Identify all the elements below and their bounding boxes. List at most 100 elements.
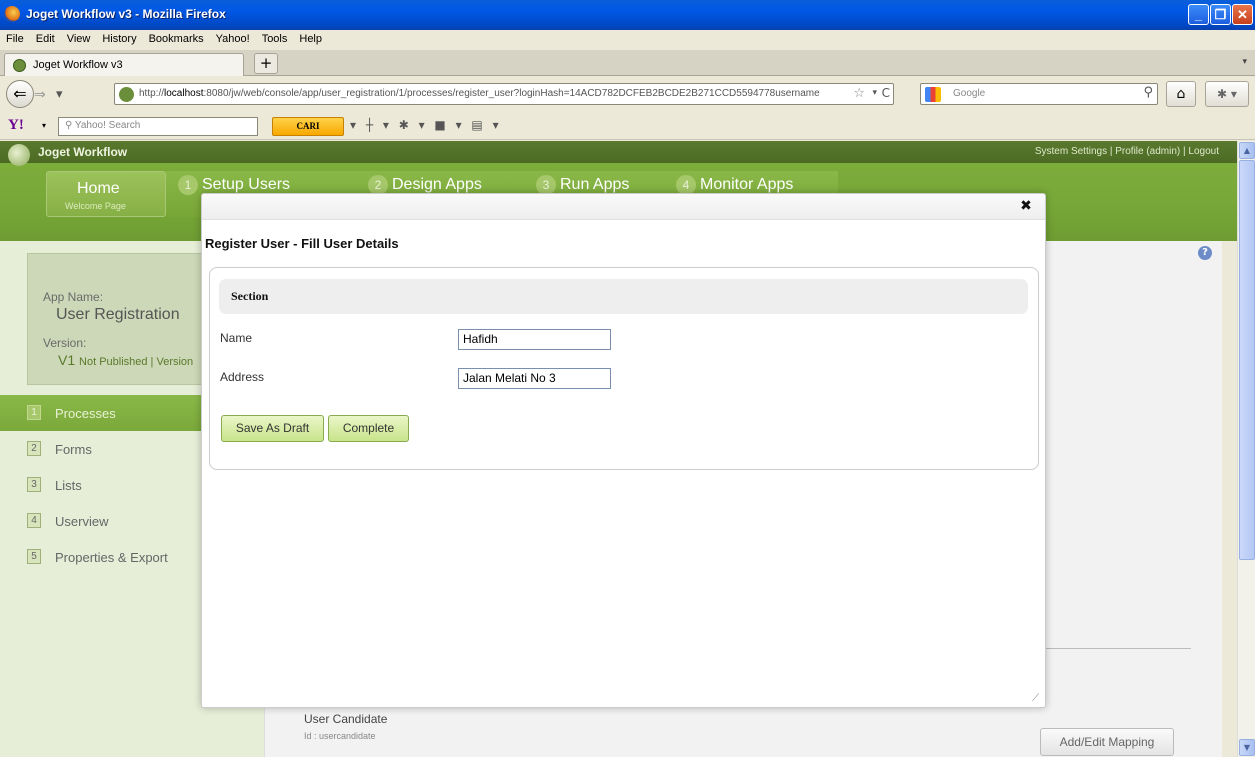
version-label: Version: xyxy=(43,336,87,350)
participant-name: User Candidate xyxy=(304,712,388,726)
navigation-bar: ⇐ ⇒ ▾ http://localhost:8080/jw/web/conso… xyxy=(0,77,1255,112)
tab-run-apps[interactable]: 3 Run Apps xyxy=(536,175,629,195)
tab-number: 2 xyxy=(368,175,388,195)
dialog-title-bar[interactable]: ✖ xyxy=(202,194,1045,220)
menu-label: Userview xyxy=(55,514,109,529)
tab-number: 3 xyxy=(536,175,556,195)
top-links[interactable]: System Settings | Profile (admin) | Logo… xyxy=(1035,146,1219,157)
url-host: localhost xyxy=(164,88,204,99)
version-status[interactable]: Not Published | Version xyxy=(79,356,193,368)
participant-id: Id : usercandidate xyxy=(304,731,376,741)
resize-handle-icon[interactable]: ⟋ xyxy=(1032,694,1042,704)
new-tab-button[interactable]: + xyxy=(254,53,278,74)
menu-history[interactable]: History xyxy=(96,30,142,45)
menu-file[interactable]: File xyxy=(0,30,30,45)
form-container: Section Name Hafidh Address Jalan Melati… xyxy=(209,267,1039,470)
joget-logo-icon[interactable] xyxy=(8,144,30,166)
dialog-heading: Register User - Fill User Details xyxy=(205,236,399,251)
minimize-button[interactable]: _ xyxy=(1188,4,1209,25)
menu-edit[interactable]: Edit xyxy=(30,30,61,45)
menu-view[interactable]: View xyxy=(61,30,97,45)
scroll-thumb[interactable] xyxy=(1239,160,1255,560)
cari-button[interactable]: CARI xyxy=(272,117,344,136)
menu-label: Processes xyxy=(55,406,116,421)
menu-bookmarks[interactable]: Bookmarks xyxy=(143,30,210,45)
tab-strip: Joget Workflow v3 + ▾ xyxy=(0,50,1255,76)
window-title: Joget Workflow v3 - Mozilla Firefox xyxy=(26,7,226,21)
yahoo-dropdown-icon[interactable]: ▾ xyxy=(42,121,46,130)
section-header: Section xyxy=(219,279,1028,314)
complete-button[interactable]: Complete xyxy=(328,415,409,442)
firefox-icon xyxy=(4,6,20,22)
maximize-button[interactable]: ❐ xyxy=(1210,4,1231,25)
menu-number: 5 xyxy=(27,549,41,564)
back-button[interactable]: ⇐ xyxy=(6,80,34,108)
app-name-label: App Name: xyxy=(43,290,104,304)
save-as-draft-button[interactable]: Save As Draft xyxy=(221,415,324,442)
address-input[interactable]: Jalan Melati No 3 xyxy=(458,368,611,389)
addon-icon[interactable]: ✱ ▾ xyxy=(1205,81,1249,107)
home-icon[interactable]: ⌂ xyxy=(1166,81,1196,107)
tab-setup-users[interactable]: 1 Setup Users xyxy=(178,175,290,195)
scroll-up-icon[interactable]: ▲ xyxy=(1239,142,1255,159)
menu-label: Lists xyxy=(55,478,82,493)
page-scrollbar[interactable]: ▲ ▼ xyxy=(1237,141,1255,757)
menu-number: 3 xyxy=(27,477,41,492)
menu-number: 1 xyxy=(27,405,41,420)
browser-tab-label: Joget Workflow v3 xyxy=(33,59,123,71)
menu-help[interactable]: Help xyxy=(293,30,328,45)
joget-favicon-icon xyxy=(13,59,26,72)
app-name-value: User Registration xyxy=(56,306,180,323)
forward-button[interactable]: ⇒ xyxy=(34,85,54,105)
url-path: :8080/jw/web/console/app/user_registrati… xyxy=(203,88,820,99)
tab-number: 1 xyxy=(178,175,198,195)
tab-list-icon[interactable]: ▾ xyxy=(1242,57,1247,67)
yahoo-search-placeholder: Yahoo! Search xyxy=(74,120,141,131)
search-icon[interactable]: ⚲ xyxy=(1143,85,1153,100)
tab-label: Run Apps xyxy=(560,176,630,194)
yahoo-search-input[interactable]: ⚲ Yahoo! Search xyxy=(58,117,258,136)
yahoo-toolbar: Y! ▾ ⚲ Yahoo! Search CARI ▾ ┼ ▾ ✱ ▾ ■ ▾ … xyxy=(0,112,1255,140)
version-value[interactable]: V1 Not Published | Version xyxy=(58,352,193,368)
tab-label: Monitor Apps xyxy=(700,176,794,194)
url-dropdown-icon[interactable]: ▾ xyxy=(872,88,877,98)
joget-top-bar: Joget Workflow System Settings | Profile… xyxy=(0,141,1237,166)
site-identity-icon[interactable] xyxy=(119,87,134,102)
divider-line xyxy=(1046,648,1191,649)
menu-yahoo[interactable]: Yahoo! xyxy=(210,30,256,45)
tab-design-apps[interactable]: 2 Design Apps xyxy=(368,175,482,195)
url-text[interactable]: http://localhost:8080/jw/web/console/app… xyxy=(139,88,820,99)
history-dropdown-icon[interactable]: ▾ xyxy=(56,85,76,105)
name-input[interactable]: Hafidh xyxy=(458,329,611,350)
url-bar[interactable]: http://localhost:8080/jw/web/console/app… xyxy=(114,83,894,105)
bookmark-star-icon[interactable]: ☆ xyxy=(853,86,865,101)
tab-monitor-apps[interactable]: 4 Monitor Apps xyxy=(676,175,793,195)
reload-icon[interactable]: C xyxy=(882,86,890,100)
tab-home[interactable]: Home Welcome Page xyxy=(46,171,166,217)
tab-home-sub: Welcome Page xyxy=(65,201,126,211)
scroll-down-icon[interactable]: ▼ xyxy=(1239,739,1255,756)
yahoo-logo-icon[interactable]: Y! xyxy=(8,117,24,134)
menu-tools[interactable]: Tools xyxy=(256,30,294,45)
yahoo-tool-icons[interactable]: ▾ ┼ ▾ ✱ ▾ ■ ▾ ▤ ▾ xyxy=(350,118,502,132)
version-number: V1 xyxy=(58,352,76,368)
google-logo-icon[interactable] xyxy=(925,87,941,102)
menu-bar: File Edit View History Bookmarks Yahoo! Tools H… xyxy=(0,30,1255,50)
tab-label: Setup Users xyxy=(202,176,291,194)
joget-brand: Joget Workflow xyxy=(38,145,128,159)
help-icon[interactable]: ? xyxy=(1198,246,1212,260)
tab-number: 4 xyxy=(676,175,696,195)
search-bar[interactable]: Google ⚲ xyxy=(920,83,1158,105)
name-label: Name xyxy=(220,331,253,345)
close-window-button[interactable]: ✕ xyxy=(1232,4,1253,25)
tab-home-label: Home xyxy=(77,180,120,197)
close-icon[interactable]: ✖ xyxy=(1019,199,1033,213)
add-edit-mapping-button[interactable]: Add/Edit Mapping xyxy=(1040,728,1174,756)
menu-label: Properties & Export xyxy=(55,550,168,565)
menu-number: 2 xyxy=(27,441,41,456)
window-title-bar: Joget Workflow v3 - Mozilla Firefox _ ❐ … xyxy=(0,0,1255,30)
search-placeholder: Google xyxy=(953,88,986,99)
tab-label: Design Apps xyxy=(392,176,482,194)
register-user-dialog: ✖ Register User - Fill User Details Sect… xyxy=(201,193,1046,708)
browser-tab[interactable]: Joget Workflow v3 xyxy=(4,53,244,76)
